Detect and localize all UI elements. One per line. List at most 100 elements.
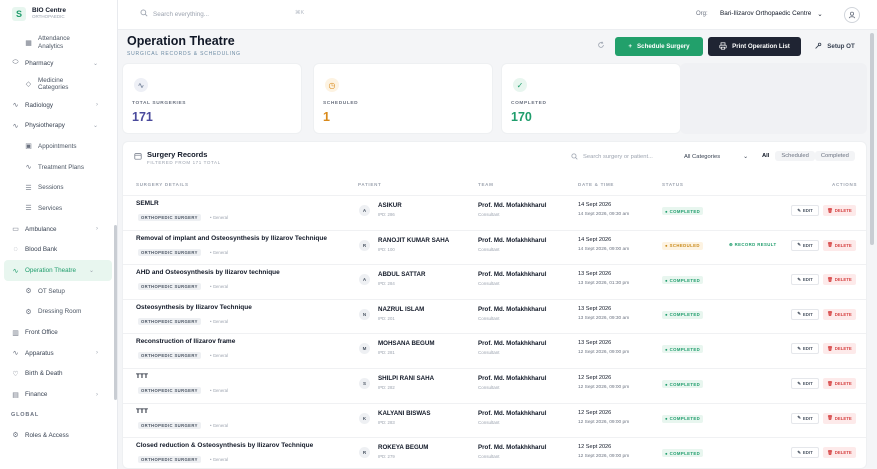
pulse-icon: ∿ — [134, 78, 148, 92]
surgery-date: 13 Sept 2026 — [578, 340, 612, 347]
edit-button[interactable]: ✎ EDIT — [791, 343, 819, 355]
main-scrollbar[interactable] — [870, 33, 874, 245]
patient-name[interactable]: ROKEYA BEGUM — [378, 444, 428, 451]
sidebar-item-radiology[interactable]: ∿ Radiology › — [0, 95, 116, 116]
status-badge: ● COMPLETED — [662, 449, 704, 458]
delete-button[interactable]: 🗑 DELETE — [823, 447, 856, 459]
procedure-name: AHD and Osteosynthesis by Ilizarov techn… — [136, 269, 280, 277]
sidebar-item-operation-theatre[interactable]: ∿ Operation Theatre ⌄ — [4, 260, 112, 281]
tab-all[interactable]: All — [756, 151, 775, 161]
table-row[interactable]: Closed reduction & Osteosynthesis by Ili… — [123, 437, 866, 468]
chevron-down-icon: ⌄ — [88, 268, 94, 275]
patient-id: IPD: 281 — [378, 350, 395, 356]
table-row[interactable]: Removal of implant and Osteosynthesis by… — [123, 229, 866, 265]
print-operation-list-button[interactable]: Print Operation List — [708, 37, 801, 56]
records-search[interactable]: Search surgery or patient... — [571, 151, 672, 163]
sidebar-item-blood-bank[interactable]: ◌ Blood Bank — [0, 240, 116, 261]
sidebar-item-treatment-plans[interactable]: ∿ Treatment Plans — [0, 157, 116, 178]
patient-id: IPD: 283 — [378, 419, 395, 425]
sidebar-item-label: Finance — [25, 391, 48, 399]
sidebar-item-sessions[interactable]: ☰ Sessions — [0, 177, 116, 198]
doctor-name: Prof. Md. Mofakhkharul — [478, 340, 547, 348]
sidebar-item-ot-setup[interactable]: ⚙ OT Setup — [0, 281, 116, 302]
sidebar-item-front-office[interactable]: ▥ Front Office — [0, 322, 116, 343]
patient-name[interactable]: RANOJIT KUMAR SAHA — [378, 237, 449, 244]
table-row[interactable]: SEMLR ORTHOPEDIC SURGERY • General A ASIKUR I… — [123, 195, 866, 230]
sidebar-item-birth-death[interactable]: ♡ Birth & Death — [0, 364, 116, 385]
patient-name[interactable]: ASIKUR — [378, 202, 402, 209]
delete-button[interactable]: 🗑 DELETE — [823, 378, 856, 389]
delete-label: DELETE — [834, 242, 852, 248]
records-search-input[interactable]: Search surgery or patient... — [583, 154, 653, 160]
patient-name[interactable]: MOHSANA BEGUM — [378, 340, 435, 347]
sidebar-item-ambulance[interactable]: ▭ Ambulance › — [0, 219, 116, 240]
tab-scheduled[interactable]: Scheduled — [775, 151, 815, 161]
sidebar-item-attendance[interactable]: ▦ Attendance Analytics — [0, 32, 116, 53]
table-row[interactable]: Reconstruction of Ilizarov frame ORTHOPED… — [123, 333, 866, 368]
record-result-button[interactable]: ⊕ RECORD RESULT — [729, 242, 777, 248]
setup-ot-button[interactable]: Setup OT — [806, 37, 863, 56]
status-text: COMPLETED — [669, 346, 701, 352]
status-text: COMPLETED — [669, 416, 701, 422]
pencil-icon: ✎ — [797, 242, 801, 248]
brand[interactable]: S BIO Centre ORTHOPAEDIC — [0, 0, 117, 28]
delete-button[interactable]: 🗑 DELETE — [823, 412, 856, 424]
edit-button[interactable]: ✎ EDIT — [791, 274, 819, 286]
chevron-down-icon: ⌄ — [817, 11, 823, 18]
sidebar-scrollbar[interactable] — [114, 225, 117, 400]
table-row[interactable]: TTT ORTHOPEDIC SURGERY • General S SHILPI RA… — [123, 368, 866, 403]
edit-label: EDIT — [802, 381, 813, 386]
sidebar-item-apparatus[interactable]: ∿ Apparatus › — [0, 343, 116, 364]
edit-button[interactable]: ✎ EDIT — [791, 378, 819, 389]
sidebar-item-physiotherapy[interactable]: ∿ Physiotherapy ⌄ — [0, 115, 116, 136]
patient-avatar: K — [359, 412, 370, 424]
category-tag: ORTHOPEDIC SURGERY — [138, 421, 201, 429]
patient-name[interactable]: NAZRUL ISLAM — [378, 306, 424, 313]
edit-button[interactable]: ✎ EDIT — [791, 239, 819, 251]
col-surgery-details: SURGERY DETAILS — [136, 182, 189, 187]
schedule-surgery-button[interactable]: + Schedule Surgery — [615, 37, 703, 56]
sidebar-item-services[interactable]: ☰ Services — [0, 198, 116, 219]
pencil-icon: ✎ — [797, 345, 801, 351]
calendar-icon — [134, 152, 142, 162]
drop-icon: ◌ — [13, 246, 18, 254]
refresh-icon[interactable] — [597, 41, 605, 51]
chevron-right-icon: › — [96, 391, 98, 398]
sidebar-item-dressing-room[interactable]: ⚙ Dressing Room — [0, 302, 116, 323]
global-search[interactable]: Search everything... — [140, 9, 209, 19]
table-row[interactable]: Osteosynthesis by Ilizarov Technique ORTH… — [123, 298, 866, 334]
building-icon: ▥ — [12, 329, 19, 337]
edit-button[interactable]: ✎ EDIT — [791, 308, 819, 320]
tab-completed[interactable]: Completed — [814, 151, 855, 161]
status-badge: ● COMPLETED — [662, 414, 704, 423]
sidebar-item-appointments[interactable]: ▣ Appointments — [0, 136, 116, 157]
patient-name[interactable]: ABDUL SATTAR — [378, 271, 425, 278]
edit-button[interactable]: ✎ EDIT — [791, 447, 819, 459]
sidebar-item-medicine[interactable]: ◇ Medicine Categories — [0, 74, 116, 95]
delete-label: DELETE — [834, 450, 852, 456]
table-row[interactable]: TTT ORTHOPEDIC SURGERY • General K KALYANI B… — [123, 402, 866, 438]
patient-name[interactable]: KALYANI BISWAS — [378, 410, 431, 417]
delete-button[interactable]: 🗑 DELETE — [823, 308, 856, 320]
sidebar-item-pharmacy[interactable]: ⬭ Pharmacy ⌄ — [0, 53, 116, 74]
org-select[interactable]: Bari-Ilizarov Orthopaedic Centre ⌄ — [720, 10, 823, 18]
sidebar-item-label: Roles & Access — [25, 431, 69, 439]
pencil-icon: ✎ — [797, 207, 801, 213]
edit-button[interactable]: ✎ EDIT — [791, 412, 819, 424]
delete-button[interactable]: 🗑 DELETE — [823, 343, 856, 355]
delete-button[interactable]: 🗑 DELETE — [823, 274, 856, 286]
edit-button[interactable]: ✎ EDIT — [791, 205, 819, 216]
label-line-2: Analytics — [38, 42, 64, 50]
user-avatar-icon[interactable] — [844, 7, 860, 23]
delete-button[interactable]: 🗑 DELETE — [823, 205, 856, 216]
patient-name[interactable]: SHILPI RANI SAHA — [378, 375, 434, 382]
global-search-input[interactable]: Search everything... — [153, 11, 209, 18]
category-select[interactable]: All Categories ⌄ — [681, 150, 751, 163]
delete-button[interactable]: 🗑 DELETE — [823, 239, 856, 251]
procedure-type: • General — [210, 284, 228, 290]
search-shortcut: ⌘K — [295, 10, 305, 16]
sidebar-item-roles-access[interactable]: ⚙ Roles & Access — [0, 425, 116, 446]
table-row[interactable]: AHD and Osteosynthesis by Ilizarov techn… — [123, 264, 866, 299]
patient-avatar: R — [359, 239, 370, 251]
sidebar-item-finance[interactable]: ▤ Finance › — [0, 384, 116, 405]
